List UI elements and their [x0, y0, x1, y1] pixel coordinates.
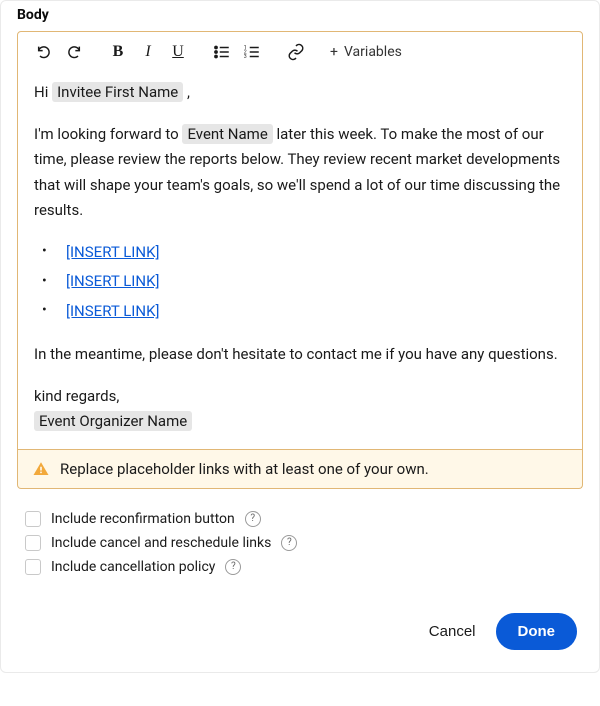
signoff: kind regards, Event Organizer Name [34, 384, 566, 435]
numbered-list-button[interactable]: 123 [242, 42, 262, 62]
greeting-suffix: , [183, 83, 190, 101]
editor-body[interactable]: Hi Invitee First Name , I'm looking forw… [18, 72, 582, 449]
option-label: Include reconfirmation button [51, 511, 235, 527]
closing-paragraph: In the meantime, please don't hesitate t… [34, 342, 566, 368]
warning-text: Replace placeholder links with at least … [60, 460, 429, 478]
help-icon[interactable]: ? [281, 535, 297, 551]
insert-variables-button[interactable]: + Variables [330, 44, 402, 60]
placeholder-link[interactable]: [INSERT LINK] [66, 240, 159, 266]
greeting-line: Hi Invitee First Name , [34, 80, 566, 106]
plus-icon: + [330, 44, 338, 60]
redo-button[interactable] [64, 42, 84, 62]
signoff-line: kind regards, [34, 384, 566, 410]
section-title: Body [1, 1, 599, 31]
list-item: [INSERT LINK] [42, 299, 566, 325]
variables-label: Variables [344, 44, 402, 60]
redo-icon [66, 44, 82, 60]
done-button[interactable]: Done [496, 613, 578, 650]
bullet-list-button[interactable] [212, 42, 232, 62]
toolbar: B I U 123 + Variables [18, 32, 582, 72]
option-cancel-reschedule: Include cancel and reschedule links ? [25, 531, 583, 555]
warning-banner: Replace placeholder links with at least … [17, 450, 583, 489]
placeholder-link[interactable]: [INSERT LINK] [66, 269, 159, 295]
option-cancellation-policy: Include cancellation policy ? [25, 555, 583, 579]
option-reconfirmation: Include reconfirmation button ? [25, 507, 583, 531]
option-label: Include cancel and reschedule links [51, 535, 271, 551]
checkbox-cancellation-policy[interactable] [25, 559, 41, 575]
para1-a: I'm looking forward to [34, 125, 182, 143]
undo-button[interactable] [34, 42, 54, 62]
checkbox-reconfirmation[interactable] [25, 511, 41, 527]
option-label: Include cancellation policy [51, 559, 215, 575]
help-icon[interactable]: ? [225, 559, 241, 575]
link-button[interactable] [286, 42, 306, 62]
checkbox-cancel-reschedule[interactable] [25, 535, 41, 551]
footer-actions: Cancel Done [1, 595, 599, 672]
bold-button[interactable]: B [108, 42, 128, 62]
warning-icon [32, 460, 50, 478]
cancel-button[interactable]: Cancel [429, 623, 476, 640]
numbered-list-icon: 123 [243, 43, 261, 61]
help-icon[interactable]: ? [245, 511, 261, 527]
greeting-prefix: Hi [34, 83, 52, 101]
underline-button[interactable]: U [168, 42, 188, 62]
placeholder-link[interactable]: [INSERT LINK] [66, 299, 159, 325]
list-item: [INSERT LINK] [42, 269, 566, 295]
italic-button[interactable]: I [138, 42, 158, 62]
link-list: [INSERT LINK] [INSERT LINK] [INSERT LINK… [42, 240, 566, 325]
options-list: Include reconfirmation button ? Include … [1, 503, 599, 595]
list-item: [INSERT LINK] [42, 240, 566, 266]
undo-icon [36, 44, 52, 60]
variable-event-name[interactable]: Event Name [182, 124, 272, 144]
variable-invitee-first-name[interactable]: Invitee First Name [52, 82, 183, 102]
svg-text:3: 3 [244, 54, 247, 60]
link-icon [287, 43, 305, 61]
body-editor-panel: Body B I U 123 [0, 0, 600, 673]
bullet-list-icon [213, 43, 231, 61]
variable-event-organizer-name[interactable]: Event Organizer Name [34, 411, 192, 431]
editor-frame: B I U 123 + Variables [17, 31, 583, 450]
intro-paragraph: I'm looking forward to Event Name later … [34, 122, 566, 224]
